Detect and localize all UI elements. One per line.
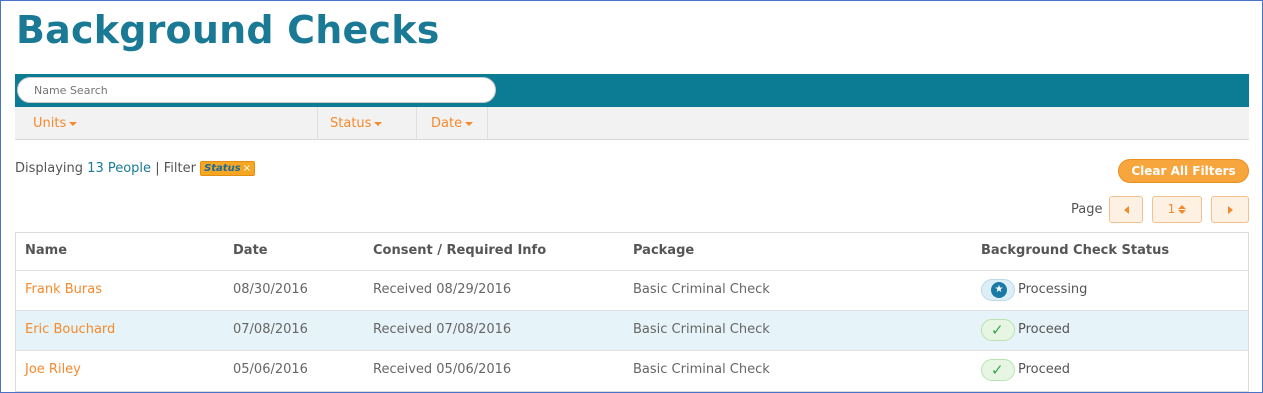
status-dropdown[interactable]: Status [330,107,383,140]
person-name-link[interactable]: Joe Riley [25,351,81,391]
current-page-value: 1 [1167,202,1176,216]
background-checks-table: Name Date Consent / Required Info Packag… [15,232,1249,392]
page-label: Page [1071,202,1103,217]
table-header-row: Name Date Consent / Required Info Packag… [16,233,1248,271]
column-header-consent[interactable]: Consent / Required Info [373,233,546,270]
active-filter-label: Status [204,163,241,174]
column-header-status[interactable]: Background Check Status [981,233,1169,270]
people-count-link[interactable]: 13 People [87,161,151,176]
caret-down-icon [69,121,78,126]
remove-filter-icon[interactable]: × [243,163,251,174]
divider [317,107,318,140]
status-label: Proceed [1018,362,1071,377]
proceed-badge: ✓ [981,359,1015,381]
prev-page-button[interactable] [1109,196,1143,223]
caret-down-icon [374,121,383,126]
active-filter-chip[interactable]: Status × [200,161,256,176]
processing-badge: ★ [981,279,1015,301]
consent-cell: Received 07/08/2016 [373,322,512,337]
filter-bar: Units Status Date [15,107,1249,140]
next-page-button[interactable] [1211,196,1249,223]
package-cell: Basic Criminal Check [633,362,770,377]
divider [487,107,488,140]
check-icon: ✓ [991,321,1004,339]
status-label: Processing [1018,282,1088,297]
caret-down-icon [465,121,474,126]
date-cell: 08/30/2016 [233,282,308,297]
date-label: Date [431,116,463,131]
date-dropdown[interactable]: Date [431,107,474,140]
date-cell: 05/06/2016 [233,362,308,377]
search-bar [15,74,1249,107]
status-cell: ✓ Proceed [981,311,1070,350]
consent-cell: Received 08/29/2016 [373,282,512,297]
divider [416,107,417,140]
page-title: Background Checks [16,8,440,52]
table-row[interactable]: Frank Buras 08/30/2016 Received 08/29/20… [16,271,1248,311]
units-label: Units [33,116,67,131]
up-down-icon [1178,205,1187,214]
star-icon: ★ [991,282,1007,298]
chevron-left-icon [1123,205,1129,214]
summary-separator: | [155,161,160,176]
table-row[interactable]: Eric Bouchard 07/08/2016 Received 07/08/… [16,311,1248,351]
date-cell: 07/08/2016 [233,322,308,337]
status-label: Status [330,116,372,131]
package-cell: Basic Criminal Check [633,322,770,337]
column-header-package[interactable]: Package [633,233,694,270]
check-icon: ✓ [991,361,1004,379]
results-summary: Displaying 13 People | Filter Status × [15,161,256,176]
status-label: Proceed [1018,322,1071,337]
column-header-name[interactable]: Name [25,233,67,270]
units-dropdown[interactable]: Units [33,107,78,140]
chevron-right-icon [1227,205,1233,214]
summary-prefix: Displaying [15,161,84,176]
consent-cell: Received 05/06/2016 [373,362,512,377]
proceed-badge: ✓ [981,319,1015,341]
filter-label: Filter [163,161,196,176]
person-name-link[interactable]: Eric Bouchard [25,311,115,350]
column-header-date[interactable]: Date [233,233,268,270]
status-cell: ★ Processing [981,271,1087,310]
status-cell: ✓ Proceed [981,351,1070,391]
person-name-link[interactable]: Frank Buras [25,271,102,310]
table-row[interactable]: Joe Riley 05/06/2016 Received 05/06/2016… [16,351,1248,391]
page-select[interactable]: 1 [1152,196,1202,223]
search-input[interactable] [17,77,496,103]
package-cell: Basic Criminal Check [633,282,770,297]
clear-all-filters-button[interactable]: Clear All Filters [1118,159,1249,183]
